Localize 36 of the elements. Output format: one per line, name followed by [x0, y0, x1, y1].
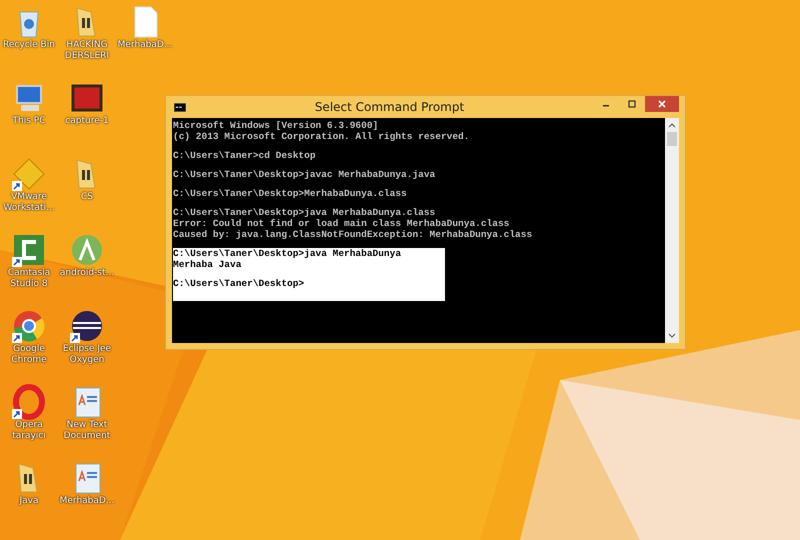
console-icon: [174, 102, 186, 112]
console-line: Merhaba Java: [173, 259, 242, 270]
console-line: (c) 2013 Microsoft Corporation. All rights reserved.: [173, 131, 470, 142]
console-line: C:\Users\Taner\Desktop>javac MerhabaDunya.java: [173, 169, 436, 180]
desktop-icon-label[interactable]: This PC: [12, 116, 46, 127]
console-line: Microsoft Windows [Version 6.3.9600]: [173, 120, 380, 131]
console-line: C:\Users\Taner\Desktop>java MerhabaDunya: [173, 248, 402, 259]
desktop-icon-label[interactable]: HACKING DERSLERI: [58, 40, 116, 62]
desktop-icon-label[interactable]: capture-1: [65, 116, 109, 127]
console-line: Error: Could not find or load main class MerhabaDunya.class: [173, 218, 510, 229]
console-line: C:\Users\Taner\Desktop>java MerhabaDunya.class: [173, 207, 436, 218]
console-line: C:\Users\Taner\Desktop>: [173, 278, 306, 289]
close-icon: [657, 99, 667, 109]
desktop-icon-label[interactable]: Recycle Bin: [3, 40, 55, 51]
desktop-icon-label[interactable]: Google Chrome: [0, 344, 58, 366]
desktop-icon-label[interactable]: MerhabaD...: [60, 496, 114, 507]
desktop-icon-label[interactable]: Opera tarayıcı: [0, 420, 58, 442]
console-line: C:\Users\Taner>cd Desktop: [173, 150, 316, 161]
window-title: Select Command Prompt: [314, 100, 466, 114]
desktop-icon-label[interactable]: android-st...: [60, 268, 114, 279]
scroll-down-icon[interactable]: [668, 332, 676, 340]
scrollbar-thumb[interactable]: [667, 132, 677, 146]
scrollbar[interactable]: [665, 118, 679, 343]
desktop-icon-label[interactable]: MerhabaD...: [118, 40, 172, 51]
console-line: Caused by: java.lang.ClassNotFoundException: MerhabaDunya.class: [173, 229, 532, 240]
console-line: C:\Users\Taner\Desktop>MerhabaDunya.class: [173, 188, 407, 199]
app-icon[interactable]: [69, 308, 105, 344]
scroll-up-icon[interactable]: [668, 121, 676, 129]
maximize-icon: [627, 99, 637, 109]
desktop-icon-label[interactable]: VMware Workstati...: [0, 192, 58, 214]
desktop-icon-label[interactable]: Camtasia Studio 8: [0, 268, 58, 290]
desktop-icon-label[interactable]: Eclipse Jee Oxygen: [58, 344, 116, 366]
desktop-icon-label[interactable]: New Text Document: [58, 420, 116, 442]
desktop-icon-label[interactable]: CS: [81, 192, 93, 203]
desktop-icon-label[interactable]: Java: [19, 496, 38, 507]
close-button[interactable]: [645, 96, 679, 112]
